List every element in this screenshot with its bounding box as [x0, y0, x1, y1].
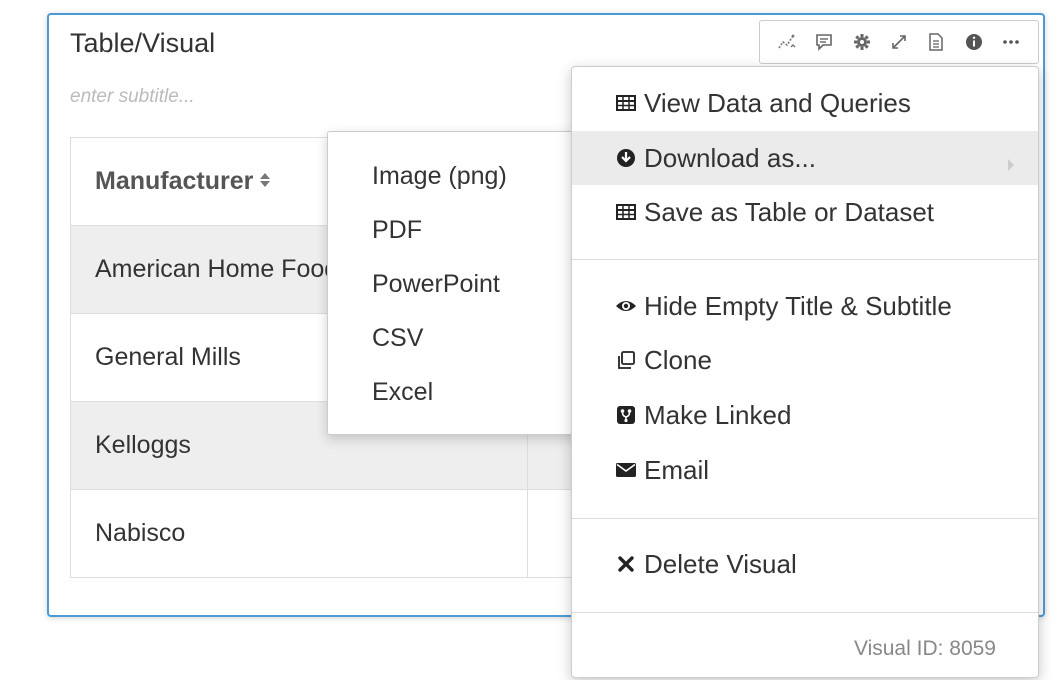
download-excel-item[interactable]: Excel [328, 372, 596, 426]
column-header-label: Manufacturer [95, 166, 254, 195]
make-linked-item[interactable]: Make Linked [572, 388, 1038, 442]
table-icon [614, 200, 638, 224]
save-as-label: Save as Table or Dataset [644, 196, 935, 227]
view-data-label: View Data and Queries [644, 87, 911, 118]
email-item[interactable]: Email [572, 443, 1038, 497]
clone-label: Clone [644, 344, 712, 375]
save-as-item[interactable]: Save as Table or Dataset [572, 185, 1038, 239]
link-branch-icon [614, 403, 638, 427]
visual-toolbar [759, 20, 1039, 64]
more-icon[interactable] [999, 30, 1023, 54]
hide-empty-item[interactable]: Hide Empty Title & Subtitle [572, 279, 1038, 333]
download-pdf-item[interactable]: PDF [328, 210, 596, 264]
envelope-icon [614, 458, 638, 482]
visual-id-label: Visual ID: 8059 [853, 637, 996, 660]
menu-divider [572, 259, 1038, 260]
menu-divider [572, 518, 1038, 519]
table-cell: Nabisco [70, 489, 528, 578]
hide-empty-label: Hide Empty Title & Subtitle [644, 290, 952, 321]
view-data-item[interactable]: View Data and Queries [572, 76, 1038, 130]
menu-divider [572, 612, 1038, 613]
clone-item[interactable]: Clone [572, 333, 1038, 387]
table-row: Nabisco [70, 489, 588, 578]
eye-icon [614, 294, 638, 318]
download-csv-item[interactable]: CSV [328, 318, 596, 372]
clone-icon [614, 348, 638, 372]
download-png-item[interactable]: Image (png) [328, 156, 596, 210]
info-icon[interactable] [962, 30, 986, 54]
email-label: Email [644, 454, 710, 485]
make-linked-label: Make Linked [644, 399, 792, 430]
delete-visual-item[interactable]: Delete Visual [572, 537, 1038, 591]
download-powerpoint-item[interactable]: PowerPoint [328, 264, 596, 318]
download-circle-icon [614, 146, 638, 170]
visual-title[interactable]: Table/Visual [70, 28, 215, 59]
delete-visual-label: Delete Visual [644, 548, 797, 579]
visual-context-menu: View Data and Queries Download as... Sav… [571, 66, 1039, 678]
sort-icon[interactable] [259, 167, 271, 196]
download-submenu: Image (png) PDF PowerPoint CSV Excel [327, 131, 597, 435]
gear-icon[interactable] [850, 30, 874, 54]
visual-subtitle-placeholder[interactable]: enter subtitle... [70, 86, 195, 108]
download-as-item[interactable]: Download as... [572, 131, 1038, 185]
close-icon [614, 552, 638, 576]
document-icon[interactable] [924, 30, 948, 54]
caret-right-icon [1006, 149, 1016, 180]
comment-icon[interactable] [812, 30, 836, 54]
table-icon [614, 91, 638, 115]
download-as-label: Download as... [644, 142, 816, 173]
sparkline-icon[interactable] [775, 30, 799, 54]
expand-icon[interactable] [887, 30, 911, 54]
